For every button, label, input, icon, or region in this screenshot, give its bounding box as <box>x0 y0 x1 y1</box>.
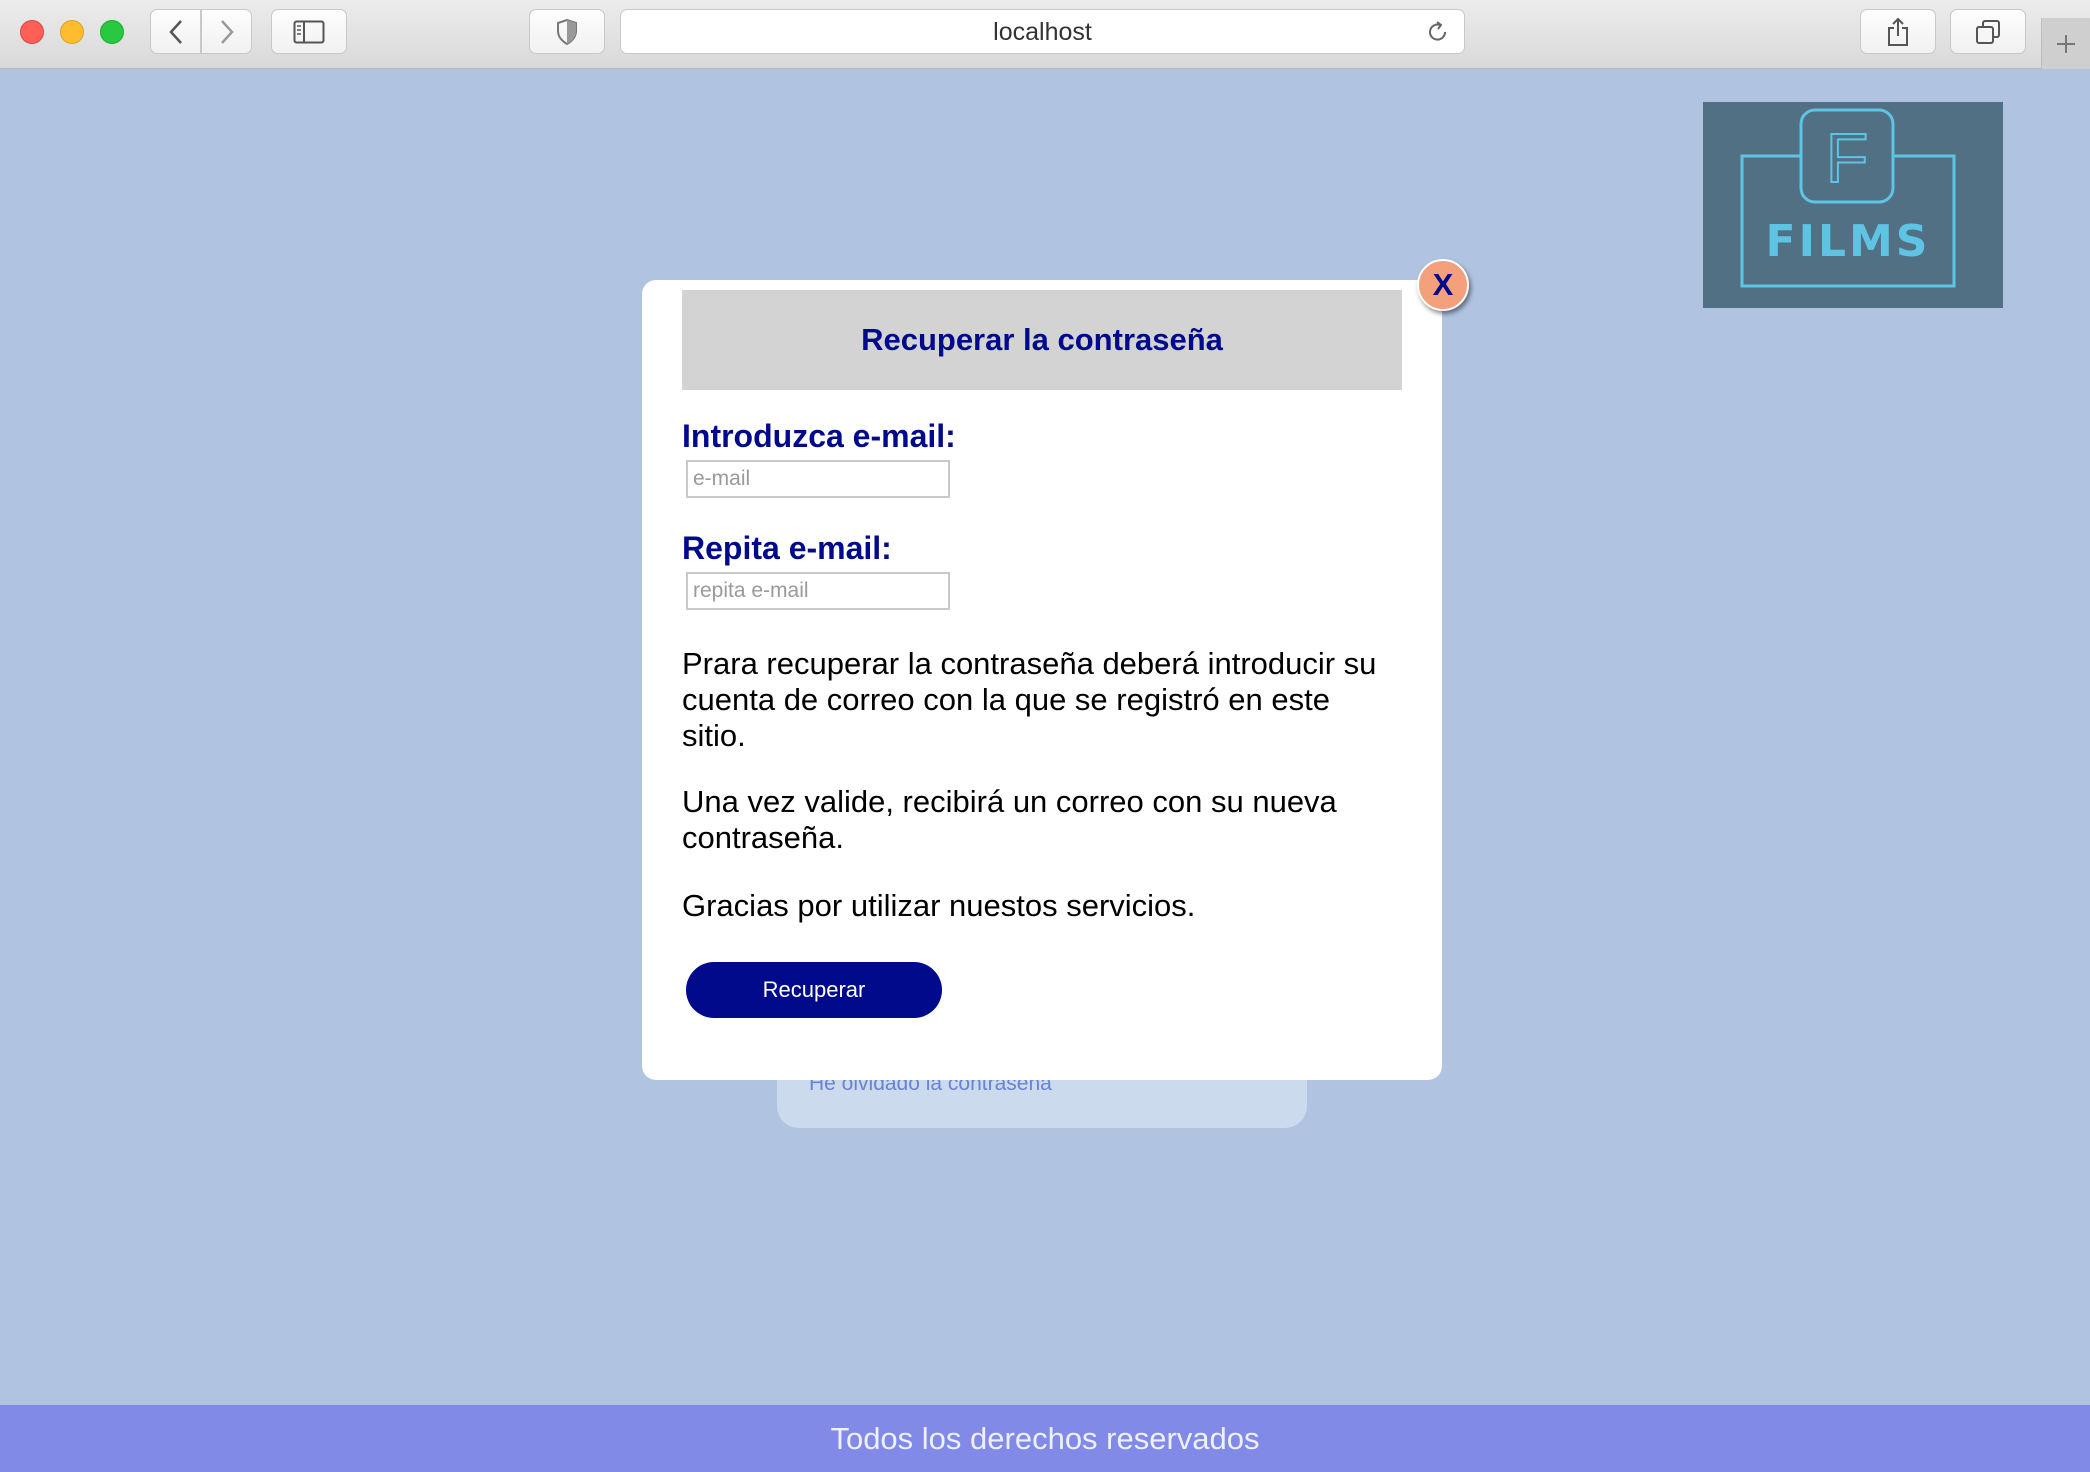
new-tab-button[interactable] <box>2041 18 2090 69</box>
email-input[interactable] <box>686 460 950 498</box>
thanks-paragraph: Gracias por utilizar nuestos servicios. <box>682 888 1196 923</box>
films-logo-icon: F FILMS <box>1740 108 1956 288</box>
modal-title: Recuperar la contraseña <box>861 322 1223 357</box>
svg-text:F: F <box>1826 119 1869 197</box>
minimize-window-button[interactable] <box>60 20 84 44</box>
repeat-email-input[interactable] <box>686 572 950 610</box>
reload-icon <box>1429 21 1447 41</box>
tabs-overview-button[interactable] <box>1950 9 2026 54</box>
films-logo[interactable]: F FILMS <box>1703 102 2003 308</box>
tabs-icon <box>1976 19 2000 44</box>
reload-button[interactable] <box>1426 20 1450 49</box>
sidebar-icon <box>293 20 325 43</box>
forward-button[interactable] <box>201 9 252 54</box>
shield-icon <box>557 18 577 45</box>
zoom-window-button[interactable] <box>100 20 124 44</box>
recover-password-modal: Recuperar la contraseña Introduzca e-mai… <box>642 280 1442 1080</box>
confirmation-paragraph: Una vez valide, recibirá un correo con s… <box>682 784 1337 855</box>
close-modal-button[interactable]: X <box>1417 259 1469 311</box>
share-icon <box>1888 17 1908 46</box>
address-bar[interactable]: localhost <box>620 9 1465 54</box>
modal-header: Recuperar la contraseña <box>682 290 1402 390</box>
plus-icon <box>2057 34 2075 53</box>
share-button[interactable] <box>1860 9 1936 54</box>
repeat-email-label: Repita e-mail: <box>682 530 892 566</box>
sidebar-button[interactable] <box>271 9 347 54</box>
email-label: Introduzca e-mail: <box>682 418 956 454</box>
back-button[interactable] <box>150 9 201 54</box>
chevron-right-icon <box>220 19 234 44</box>
chevron-left-icon <box>168 19 182 44</box>
instructions-paragraph: Prara recuperar la contraseña deberá int… <box>682 646 1377 753</box>
privacy-shield-button[interactable] <box>529 9 605 54</box>
footer-text: Todos los derechos reservados <box>830 1420 1260 1456</box>
recover-button[interactable]: Recuperar <box>686 962 942 1018</box>
url-text: localhost <box>993 18 1092 46</box>
close-window-button[interactable] <box>20 20 44 44</box>
browser-toolbar: localhost <box>0 0 2090 69</box>
page-footer: Todos los derechos reservados <box>0 1405 2090 1472</box>
svg-text:FILMS: FILMS <box>1766 216 1931 267</box>
